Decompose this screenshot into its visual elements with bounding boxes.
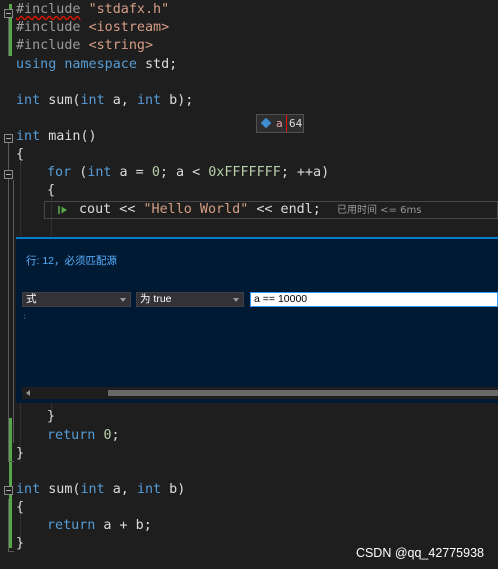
code-line-11[interactable]: { [47, 182, 55, 200]
outline-line [8, 499, 9, 551]
collapse-icon[interactable] [4, 9, 13, 18]
breakpoint-settings-panel: 行: 12，必须匹配源 式 为 true a == 10000 : [16, 237, 498, 403]
change-marker-green [9, 418, 12, 548]
keyword: int [80, 482, 105, 497]
code-text: std; [136, 57, 178, 72]
string-literal: "stdafx.h" [88, 2, 170, 17]
keyword: int [80, 93, 105, 108]
preprocessor-directive: #include [16, 20, 81, 35]
number-literal: 0 [151, 165, 160, 180]
string-literal: "Hello World" [143, 202, 249, 217]
keyword: int [16, 93, 41, 108]
datatip-value[interactable]: 64 [286, 115, 304, 132]
brace: } [47, 409, 56, 424]
code-text: ( [71, 165, 88, 180]
brace: } [16, 446, 25, 461]
code-line-8[interactable]: int main() [16, 128, 97, 146]
code-text: ; [111, 428, 120, 443]
brace: { [16, 147, 25, 162]
outline-line [8, 143, 9, 461]
code-text: ; ++a) [280, 165, 330, 180]
scroll-left-icon[interactable] [26, 390, 30, 396]
keyword: int [136, 482, 162, 497]
brace: { [16, 500, 25, 515]
datatip-variable: a [276, 117, 283, 130]
condition-mode-dropdown[interactable]: 为 true [136, 292, 244, 307]
code-text: a, [104, 93, 137, 108]
code-text: cout << [79, 202, 144, 217]
keyword: namespace [64, 57, 137, 72]
code-line-2[interactable]: #include <iostream> [16, 19, 169, 37]
string-literal: <string> [88, 38, 154, 53]
code-line-1[interactable]: #include "stdafx.h" [16, 1, 169, 19]
code-line-14[interactable]: return 0; [47, 427, 120, 445]
code-line-4[interactable]: using namespace std; [16, 56, 177, 74]
keyword: int [16, 129, 41, 144]
code-text: b); [161, 93, 194, 108]
collapse-icon[interactable] [4, 134, 13, 143]
keyword: return [47, 428, 96, 443]
number-literal: 0xFFFFFFF [208, 165, 281, 180]
code-text: b) [161, 482, 186, 497]
keyword: return [47, 518, 96, 533]
code-line-9[interactable]: { [16, 146, 24, 164]
breakpoint-location-label: 行: 12，必须匹配源 [26, 255, 118, 267]
keyword: for [47, 165, 72, 180]
code-line-20[interactable]: } [16, 535, 24, 553]
run-to-click-icon[interactable] [58, 205, 68, 215]
preprocessor-directive: #include [16, 38, 81, 53]
code-line-3[interactable]: #include <string> [16, 37, 153, 55]
code-text: a = [111, 165, 152, 180]
code-text: main() [40, 129, 97, 144]
condition-mode-value: 为 true [140, 293, 172, 305]
collapse-icon[interactable] [4, 170, 13, 179]
condition-type-value: 式 [26, 293, 37, 305]
code-line-15[interactable]: } [16, 445, 24, 463]
code-text: a + b; [95, 518, 152, 533]
chevron-down-icon [233, 298, 239, 302]
code-text: ; a < [159, 165, 209, 180]
code-text: sum( [40, 482, 81, 497]
code-line-18[interactable]: { [16, 499, 24, 517]
code-line-6[interactable]: int sum(int a, int b); [16, 92, 193, 110]
outline-line [8, 551, 14, 552]
keyword: int [136, 93, 162, 108]
code-line-17[interactable]: int sum(int a, int b) [16, 481, 185, 499]
code-text: << endl; [248, 202, 321, 217]
code-text: a, [104, 482, 137, 497]
condition-type-dropdown[interactable]: 式 [22, 292, 131, 307]
number-literal: 0 [103, 428, 112, 443]
placeholder-dot: : [22, 312, 28, 322]
brace: } [16, 536, 25, 551]
horizontal-scrollbar[interactable] [22, 387, 498, 399]
code-line-19[interactable]: return a + b; [47, 517, 152, 535]
keyword: int [16, 482, 41, 497]
condition-expression-input[interactable]: a == 10000 [250, 292, 498, 307]
outline-line [8, 461, 14, 462]
code-line-13[interactable]: } [47, 408, 55, 426]
brace: { [47, 183, 56, 198]
pin-icon[interactable] [260, 117, 272, 129]
code-line-12[interactable]: cout << "Hello World" << endl; 已用时间 <= 6… [79, 201, 421, 219]
perf-tip[interactable]: 已用时间 <= 6ms [337, 205, 421, 216]
code-line-10[interactable]: for (int a = 0; a < 0xFFFFFFF; ++a) [47, 164, 329, 182]
code-text: sum( [40, 93, 81, 108]
watermark: CSDN @qq_42775938 [355, 546, 484, 560]
string-literal: <iostream> [88, 20, 170, 35]
outline-line [13, 180, 14, 443]
scrollbar-thumb[interactable] [108, 390, 498, 396]
keyword: using [16, 57, 57, 72]
chevron-down-icon [120, 298, 126, 302]
datatip[interactable]: a 64 [256, 114, 304, 133]
collapse-icon[interactable] [4, 486, 13, 495]
keyword: int [87, 165, 112, 180]
outline-line [8, 18, 9, 56]
preprocessor-directive: #include [16, 2, 81, 17]
